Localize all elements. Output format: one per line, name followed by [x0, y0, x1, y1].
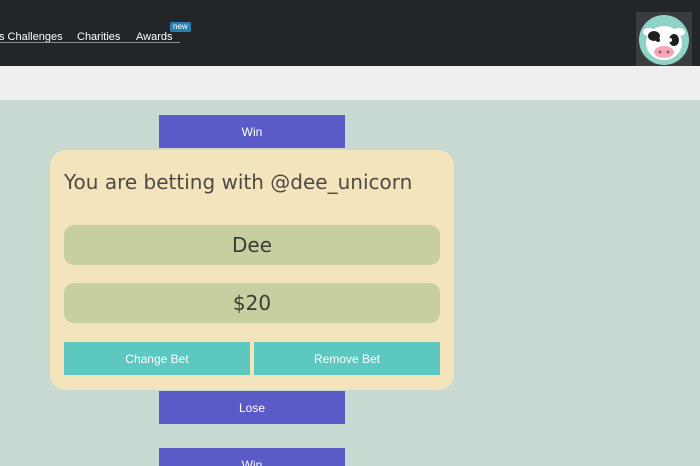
sub-header-bar: [0, 66, 700, 100]
bet-card-title: You are betting with @dee_unicorn: [64, 170, 413, 194]
bet-amount: $20: [64, 283, 440, 323]
opponent-name: Dee: [64, 225, 440, 265]
new-badge: new: [170, 22, 191, 32]
top-nav-bar: s Challenges Charities Awards new: [0, 0, 700, 66]
user-avatar[interactable]: [636, 12, 692, 66]
nav-underline: [0, 42, 180, 43]
win-button[interactable]: Win: [159, 115, 345, 148]
change-bet-button[interactable]: Change Bet: [64, 342, 250, 375]
remove-bet-button[interactable]: Remove Bet: [254, 342, 440, 375]
bet-card: You are betting with @dee_unicorn Dee $2…: [50, 150, 454, 390]
lose-button[interactable]: Lose: [159, 391, 345, 424]
win-button-2[interactable]: Win: [159, 448, 345, 466]
cow-avatar-icon: [639, 15, 689, 65]
